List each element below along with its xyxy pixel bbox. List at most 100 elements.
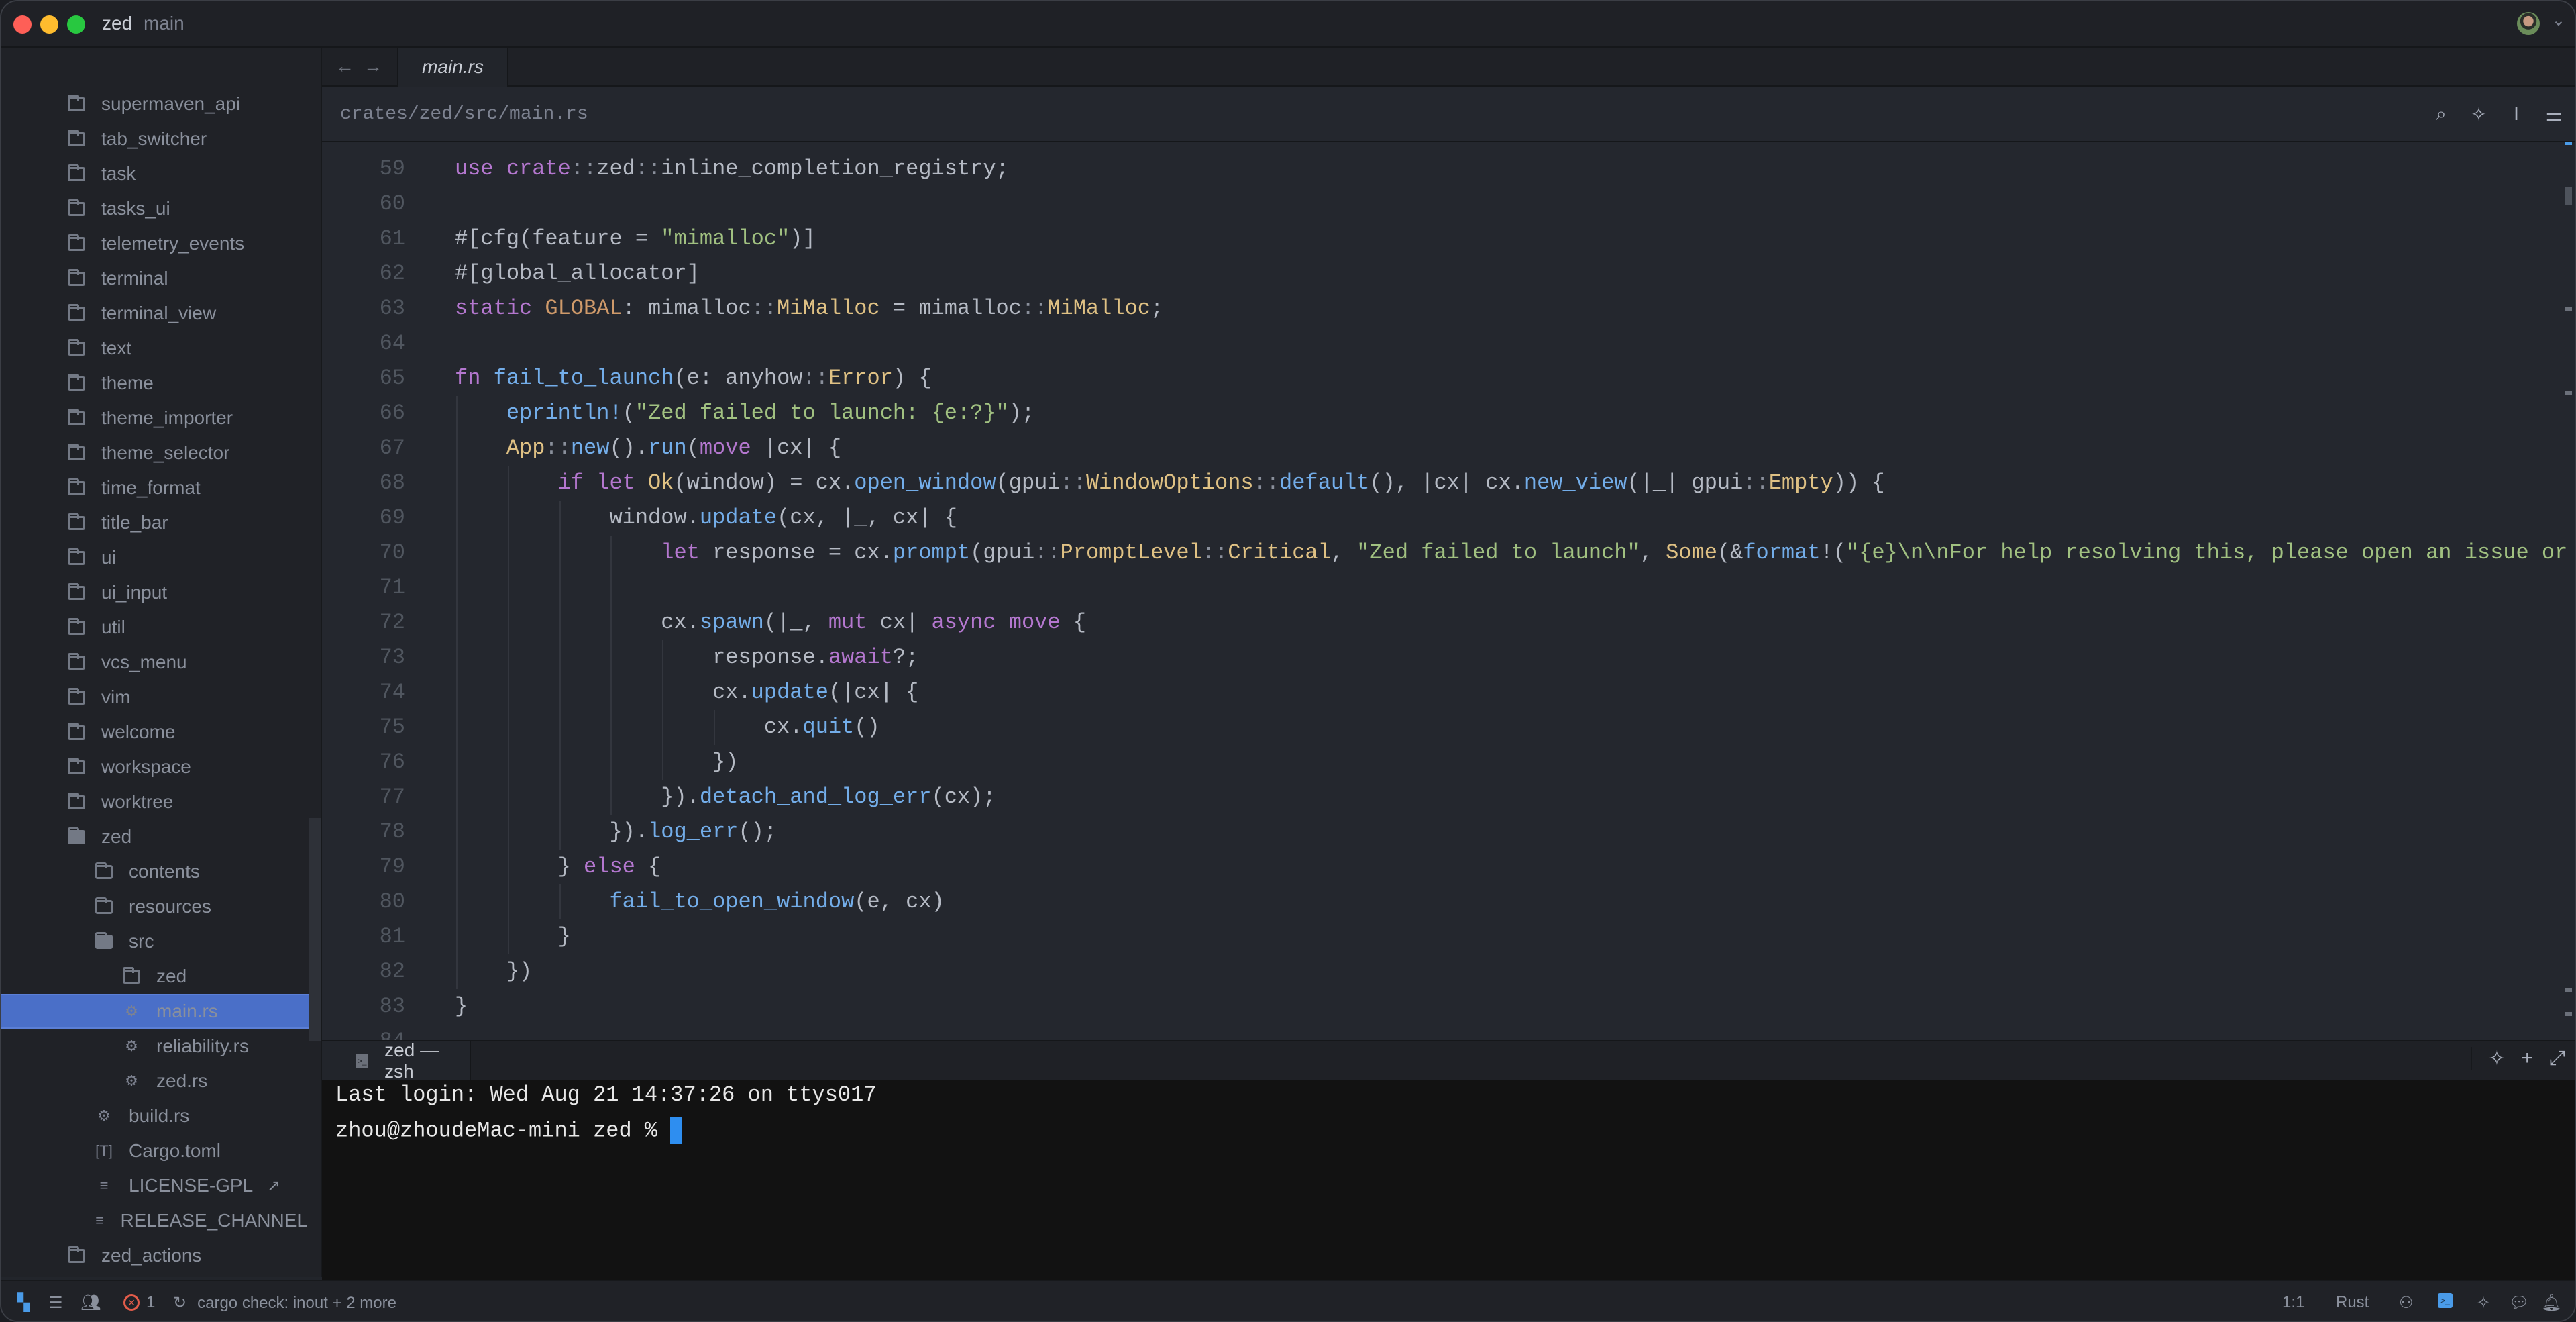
- maximize-icon[interactable]: ⤢: [2549, 1047, 2565, 1070]
- settings-sliders-icon[interactable]: ⚌: [2542, 103, 2565, 125]
- error-icon: ✕: [123, 1294, 140, 1311]
- sidebar-item[interactable]: welcome: [1, 715, 307, 750]
- copilot-icon[interactable]: ⚇: [2399, 1293, 2414, 1313]
- plus-icon[interactable]: +: [2521, 1047, 2533, 1070]
- code-token: MiMalloc: [777, 296, 880, 321]
- sidebar-item[interactable]: vcs_menu: [1, 645, 307, 680]
- sidebar-item[interactable]: docs: [1, 1273, 307, 1277]
- sidebar-item[interactable]: util: [1, 610, 307, 645]
- branch-name[interactable]: main: [144, 13, 184, 34]
- folder-icon: [66, 268, 87, 287]
- terminal-prompt[interactable]: zhou@zhoudeMac-mini zed %: [335, 1117, 683, 1144]
- text-cursor-icon[interactable]: I: [2505, 103, 2528, 125]
- back-arrow-icon[interactable]: ←: [335, 56, 354, 77]
- sidebar-item[interactable]: workspace: [1, 750, 307, 784]
- indent-guide: [507, 640, 509, 675]
- sidebar-scrollbar[interactable]: [309, 818, 321, 1041]
- code-editor[interactable]: 59 use crate::zed::inline_completion_regi…: [322, 142, 2575, 1040]
- minimize-window-button[interactable]: [40, 15, 58, 34]
- sidebar-item[interactable]: theme_selector: [1, 436, 307, 470]
- scroll-thumb[interactable]: [2565, 187, 2572, 205]
- sidebar-item[interactable]: ⚙ zed.rs: [1, 1064, 307, 1099]
- sidebar-item[interactable]: [T] Cargo.toml: [1, 1133, 307, 1168]
- search-icon[interactable]: ⌕: [2430, 103, 2453, 125]
- chevron-down-icon[interactable]: ⌄: [2552, 11, 2565, 30]
- sidebar-item[interactable]: supermaven_api: [1, 87, 307, 121]
- sidebar-item[interactable]: vim: [1, 680, 307, 715]
- editor-scrollbar[interactable]: [2557, 142, 2575, 1040]
- breadcrumb[interactable]: crates/zed/src/main.rs: [340, 104, 588, 125]
- sidebar-item[interactable]: zed: [1, 819, 307, 854]
- task-status[interactable]: ↻ cargo check: inout + 2 more: [173, 1293, 396, 1313]
- sidebar-item[interactable]: task: [1, 156, 307, 191]
- sidebar-item[interactable]: worktree: [1, 784, 307, 819]
- line-number: 70: [379, 540, 405, 565]
- sidebar-item[interactable]: ⚙ main.rs: [1, 994, 321, 1029]
- collab-icon[interactable]: 👥︎: [80, 1293, 101, 1313]
- sidebar-item[interactable]: terminal_view: [1, 296, 307, 331]
- sidebar-item[interactable]: resources: [1, 889, 307, 924]
- terminal[interactable]: Last login: Wed Aug 21 14:37:26 on ttys0…: [322, 1080, 2575, 1280]
- sidebar-item[interactable]: ui_input: [1, 575, 307, 610]
- folder-icon: [66, 1245, 87, 1264]
- sidebar-item[interactable]: ⚙ reliability.rs: [1, 1029, 307, 1064]
- sparkle-icon[interactable]: ✧: [2467, 103, 2490, 125]
- folder-icon: [66, 582, 87, 601]
- line-number: 83: [379, 994, 405, 1019]
- language-selector[interactable]: Rust: [2336, 1293, 2369, 1312]
- sidebar-item[interactable]: time_format: [1, 470, 307, 505]
- line-number: 67: [379, 436, 405, 460]
- user-avatar[interactable]: [2517, 12, 2540, 35]
- sidebar-item[interactable]: terminal: [1, 261, 307, 296]
- code-token: Some: [1666, 540, 1717, 565]
- terminal-toggle-button[interactable]: >_: [2438, 1293, 2453, 1308]
- code-text: response.await?;: [455, 640, 918, 675]
- sidebar-item[interactable]: zed_actions: [1, 1238, 307, 1273]
- sidebar-item-label: RELEASE_CHANNEL: [120, 1210, 307, 1231]
- text-file-icon: ≡: [99, 1177, 109, 1194]
- sidebar-item[interactable]: zed: [1, 959, 307, 994]
- outline-icon[interactable]: ☰: [48, 1293, 63, 1313]
- project-panel-icon[interactable]: ▚: [17, 1293, 30, 1313]
- tab-main-rs[interactable]: main.rs: [397, 48, 508, 87]
- bell-icon[interactable]: 🔔︎: [2541, 1293, 2561, 1313]
- code-token: ,: [1640, 540, 1666, 565]
- project-name[interactable]: zed: [102, 13, 132, 34]
- code-text: cx.quit(): [455, 710, 880, 745]
- sidebar-item[interactable]: contents: [1, 854, 307, 889]
- sidebar-item[interactable]: title_bar: [1, 505, 307, 540]
- sidebar-item[interactable]: tab_switcher: [1, 121, 307, 156]
- sidebar-item[interactable]: src: [1, 924, 307, 959]
- diagnostics-button[interactable]: ✕ 1: [123, 1293, 155, 1312]
- sidebar-item[interactable]: ≡ RELEASE_CHANNEL: [1, 1203, 307, 1238]
- indent-guide: [456, 815, 458, 850]
- code-token: (e, cx): [854, 889, 945, 914]
- sidebar-item[interactable]: ⚙ build.rs: [1, 1099, 307, 1133]
- chat-icon[interactable]: 💬︎: [2509, 1293, 2529, 1313]
- forward-arrow-icon[interactable]: →: [364, 56, 382, 77]
- sidebar-item[interactable]: tasks_ui: [1, 191, 307, 226]
- code-token: ) {: [892, 366, 932, 391]
- code-token: prompt: [892, 540, 971, 565]
- zoom-window-button[interactable]: [67, 15, 85, 34]
- code-text: window.update(cx, |_, cx| {: [455, 501, 957, 536]
- assistant-icon[interactable]: ✧: [2477, 1293, 2490, 1313]
- line-number: 78: [379, 819, 405, 844]
- scroll-marker: [2565, 988, 2572, 992]
- indent-guide: [559, 780, 561, 815]
- sidebar-item[interactable]: ui: [1, 540, 307, 575]
- rust-file-icon: ⚙: [125, 1072, 138, 1089]
- indent-guide: [456, 745, 458, 780]
- code-token: ?;: [892, 645, 919, 670]
- close-window-button[interactable]: [13, 15, 32, 34]
- tab-terminal[interactable]: >_ zed — zsh: [322, 1039, 471, 1082]
- sidebar-item[interactable]: telemetry_events: [1, 226, 307, 261]
- sidebar-item[interactable]: ≡ LICENSE-GPL ↗: [1, 1168, 307, 1203]
- sidebar-item[interactable]: text: [1, 331, 307, 366]
- sidebar-item[interactable]: theme: [1, 366, 307, 401]
- indent-guide: [456, 640, 458, 675]
- cursor-position[interactable]: 1:1: [2282, 1293, 2304, 1312]
- sidebar-item[interactable]: theme_importer: [1, 401, 307, 436]
- sparkle-icon[interactable]: ✧: [2488, 1047, 2505, 1070]
